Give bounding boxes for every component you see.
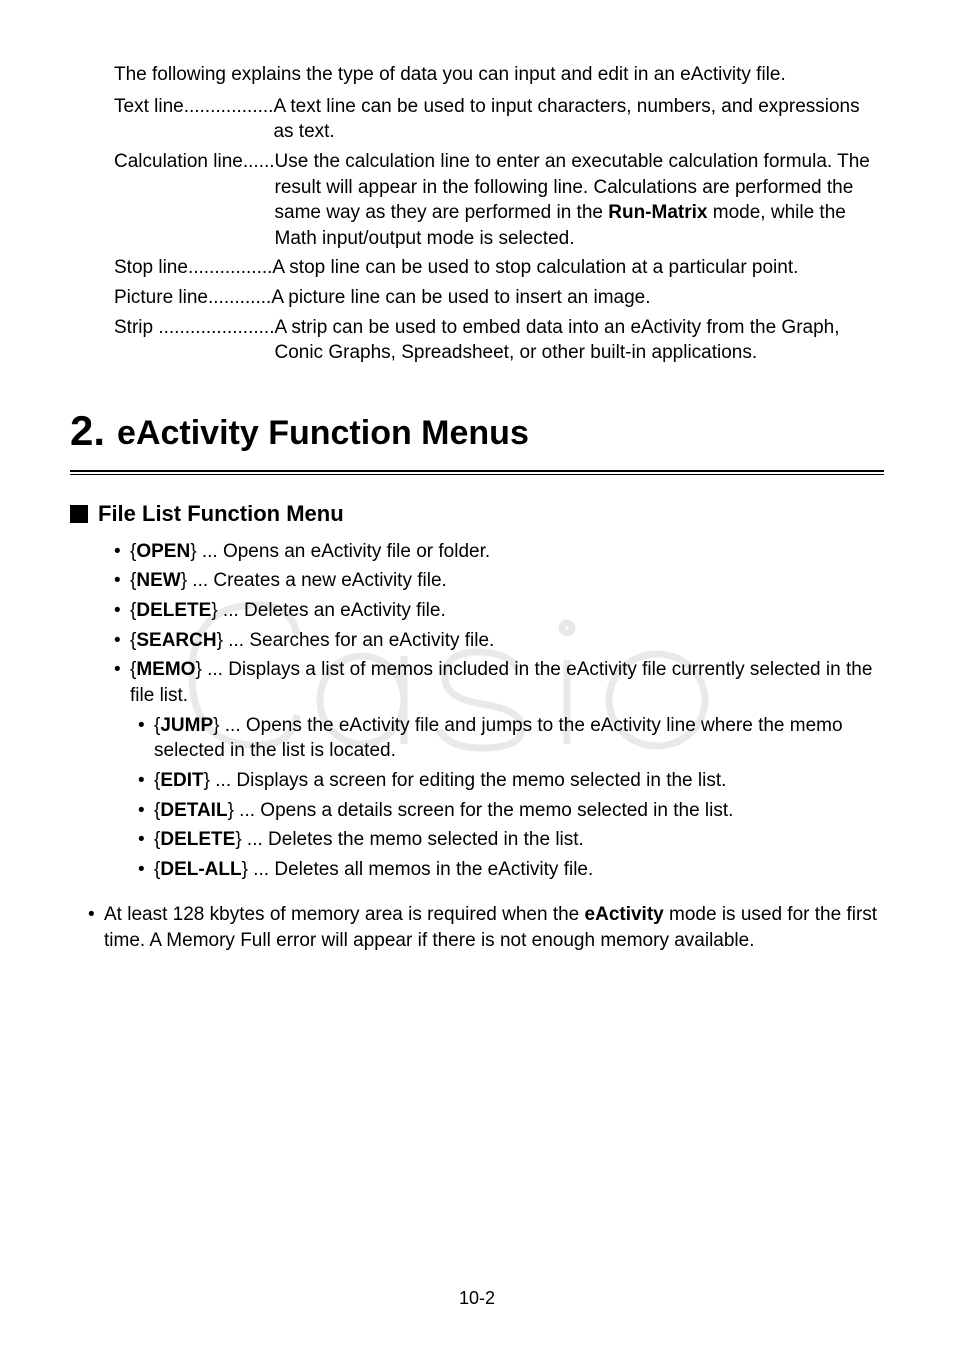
- submenu-item: •{DETAIL} ... Opens a details screen for…: [138, 798, 884, 824]
- bullet-icon: •: [138, 713, 154, 764]
- submenu-item: •{DELETE} ... Deletes the memo selected …: [138, 827, 884, 853]
- menu-item-text: {OPEN} ... Opens an eActivity file or fo…: [130, 539, 884, 565]
- footnote-text: At least 128 kbytes of memory area is re…: [104, 902, 884, 953]
- bullet-icon: •: [88, 902, 104, 953]
- bullet-icon: •: [138, 827, 154, 853]
- definition-row: Text line.................A text line ca…: [114, 94, 884, 145]
- definition-row: Stop line................A stop line can…: [114, 255, 884, 281]
- definition-row: Strip ......................A strip can …: [114, 315, 884, 366]
- definitions-block: The following explains the type of data …: [114, 62, 884, 366]
- definition-term: Stop line................: [114, 255, 272, 281]
- footnote: • At least 128 kbytes of memory area is …: [88, 902, 884, 953]
- submenu-item-text: {EDIT} ... Displays a screen for editing…: [154, 768, 884, 794]
- section-heading: 2. eActivity Function Menus: [70, 410, 884, 452]
- bullet-icon: •: [114, 628, 130, 654]
- submenu-item-text: {DETAIL} ... Opens a details screen for …: [154, 798, 884, 824]
- definition-description: A picture line can be used to insert an …: [271, 285, 884, 311]
- definition-term: Calculation line......: [114, 149, 275, 252]
- definition-term: Picture line............: [114, 285, 271, 311]
- menu-item: •{OPEN} ... Opens an eActivity file or f…: [114, 539, 884, 565]
- bullet-icon: •: [114, 539, 130, 565]
- menu-item-text: {DELETE} ... Deletes an eActivity file.: [130, 598, 884, 624]
- submenu-item-text: {JUMP} ... Opens the eActivity file and …: [154, 713, 884, 764]
- subsection-heading: File List Function Menu: [70, 499, 884, 529]
- submenu-item: •{JUMP} ... Opens the eActivity file and…: [138, 713, 884, 764]
- menu-item-text: {NEW} ... Creates a new eActivity file.: [130, 568, 884, 594]
- divider-thin: [70, 474, 884, 475]
- definition-row: Calculation line......Use the calculatio…: [114, 149, 884, 252]
- subsection-title: File List Function Menu: [98, 499, 344, 529]
- bullet-icon: •: [114, 598, 130, 624]
- menu-item: •{NEW} ... Creates a new eActivity file.: [114, 568, 884, 594]
- definition-description: A text line can be used to input charact…: [273, 94, 884, 145]
- submenu-list: •{JUMP} ... Opens the eActivity file and…: [138, 713, 884, 883]
- menu-item: •{DELETE} ... Deletes an eActivity file.: [114, 598, 884, 624]
- menu-item-text: {MEMO} ... Displays a list of memos incl…: [130, 657, 884, 708]
- definition-description: A stop line can be used to stop calculat…: [272, 255, 884, 281]
- bullet-icon: •: [138, 798, 154, 824]
- bullet-icon: •: [138, 857, 154, 883]
- menu-item: •{MEMO} ... Displays a list of memos inc…: [114, 657, 884, 708]
- definition-term: Strip ......................: [114, 315, 274, 366]
- submenu-item: •{EDIT} ... Displays a screen for editin…: [138, 768, 884, 794]
- bullet-icon: •: [114, 568, 130, 594]
- section-title: eActivity Function Menus: [117, 416, 529, 452]
- menu-list: •{OPEN} ... Opens an eActivity file or f…: [114, 539, 884, 883]
- submenu-item-text: {DEL-ALL} ... Deletes all memos in the e…: [154, 857, 884, 883]
- bullet-icon: •: [114, 657, 130, 708]
- divider-thick: [70, 470, 884, 472]
- definition-term: Text line.................: [114, 94, 273, 145]
- square-bullet-icon: [70, 505, 88, 523]
- definition-description: Use the calculation line to enter an exe…: [275, 149, 884, 252]
- menu-item: •{SEARCH} ... Searches for an eActivity …: [114, 628, 884, 654]
- page-number: 10-2: [0, 1286, 954, 1310]
- definition-row: Picture line............A picture line c…: [114, 285, 884, 311]
- submenu-item: •{DEL-ALL} ... Deletes all memos in the …: [138, 857, 884, 883]
- definition-description: A strip can be used to embed data into a…: [274, 315, 884, 366]
- menu-item-text: {SEARCH} ... Searches for an eActivity f…: [130, 628, 884, 654]
- submenu-item-text: {DELETE} ... Deletes the memo selected i…: [154, 827, 884, 853]
- bullet-icon: •: [138, 768, 154, 794]
- definitions-intro: The following explains the type of data …: [114, 62, 884, 88]
- section-number: 2.: [70, 410, 105, 452]
